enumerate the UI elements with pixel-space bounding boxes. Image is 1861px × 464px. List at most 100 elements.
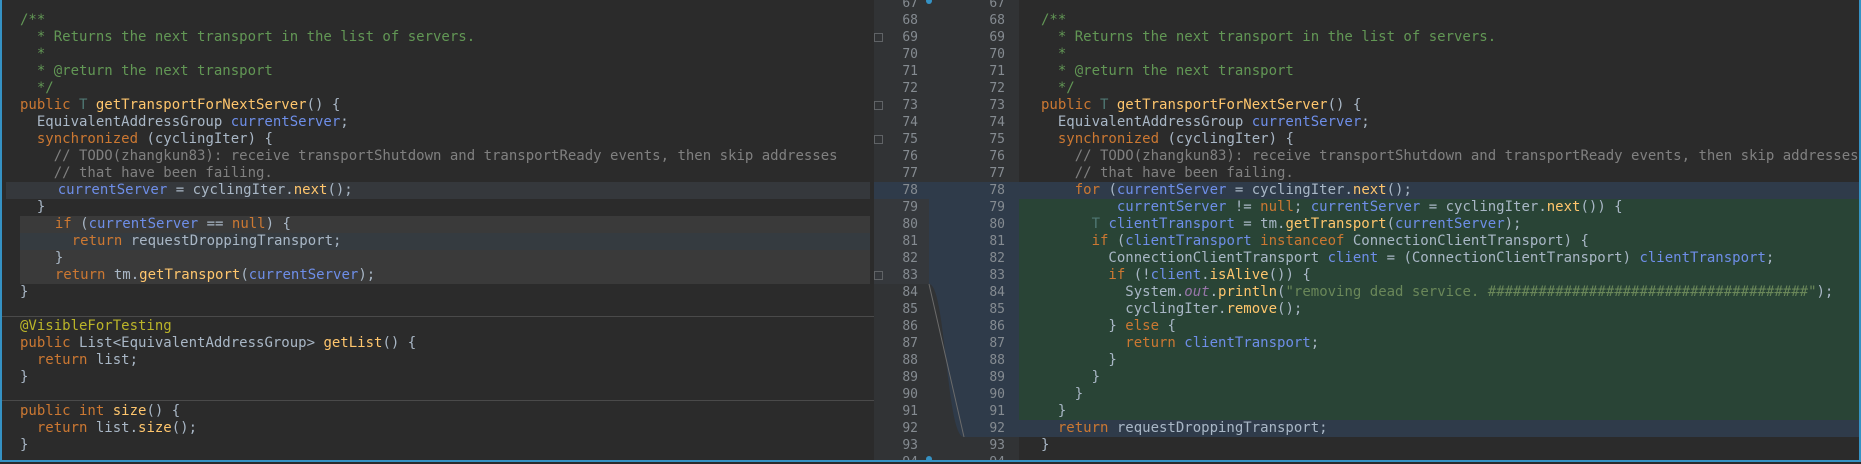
code-token: clientTransport [1184,335,1311,351]
diff-gutter: 67 68 69 70 71 72 73 74 75 76 77 78 79 80 81 82 83 84 85 86… [874,0,1019,460]
code-token: * Returns the next transport in the list… [20,29,476,45]
code-token: synchronized [20,131,147,147]
code-token: /** [1041,12,1067,28]
code-token: instanceof [1260,233,1353,249]
code-token: = tm. [1234,216,1286,232]
code-token: return [1041,335,1185,351]
connector-fill [929,182,964,437]
code-line: /** [2,12,874,29]
right-line-number: 94 [975,454,1005,460]
code-token: = (ConnectionClientTransport) [1378,250,1640,266]
code-token: */ [1041,80,1075,96]
code-token: { [1167,318,1176,334]
fold-toggle-icon[interactable] [874,135,883,144]
code-token: getTransportForNextServer [95,97,307,113]
left-editor-pane[interactable]: /** * Returns the next transport in the … [2,0,874,460]
code-text: synchronized (cyclingIter) { [20,131,273,148]
code-token: T [79,97,96,113]
code-text: } [1041,386,1083,403]
code-token: ); [358,267,376,283]
code-token: ; [1293,199,1311,215]
code-token: System. [1041,284,1185,300]
code-token: () { [146,403,181,419]
code-token: /** [20,12,46,28]
code-token: else [1125,318,1168,334]
code-token: next [1352,182,1387,198]
fold-toggle-icon[interactable] [874,33,883,42]
right-editor-pane[interactable]: /** * Returns the next transport in the … [1019,0,1859,460]
code-text: EquivalentAddressGroup currentServer; [20,114,349,131]
right-line-number: 91 [989,404,1005,419]
code-line: public T getTransportForNextServer() { [2,97,874,114]
left-line-number: 87 [902,336,918,351]
left-line-number: 92 [902,421,918,436]
right-line-number: 85 [989,302,1005,317]
code-text: return requestDroppingTransport; [38,233,342,250]
code-text: public List<EquivalentAddressGroup> getL… [20,335,416,352]
fold-toggle-icon[interactable] [874,101,883,110]
left-line-number: 72 [902,81,918,96]
code-token: getTransportForNextServer [1116,97,1328,113]
code-token: = cyclingIter. [167,182,294,198]
code-token: currentServer [248,267,359,283]
code-token: * [1041,46,1067,62]
code-text: System.out.println("removing dead servic… [1041,284,1833,301]
code-line: } [2,369,874,386]
code-line: synchronized (cyclingIter) { [1019,131,1859,148]
code-token: } [1041,403,1067,419]
left-line-number: 94 [888,454,918,460]
code-text: /** [20,12,45,29]
code-text: return tm.getTransport(currentServer); [38,267,375,284]
code-line: // that have been failing. [2,165,874,182]
left-line-number: 74 [902,115,918,130]
code-token: (); [171,420,198,436]
code-line: } [20,250,870,267]
code-line: * @return the next transport [2,63,874,80]
code-token: getList [323,335,383,351]
code-text: * [20,46,45,63]
left-line-number: 86 [902,319,918,334]
code-text: } [1041,403,1066,420]
code-text: public T getTransportForNextServer() { [1041,97,1361,114]
fold-toggle-icon[interactable] [874,271,883,280]
code-token: ( [1386,216,1396,232]
code-token: "removing dead service. ################… [1285,284,1817,300]
code-token: EquivalentAddressGroup [20,114,231,130]
code-token: } [20,199,46,215]
right-line-number: 69 [989,30,1005,45]
code-token: } [20,369,29,385]
right-line-number: 81 [989,234,1005,249]
code-token: != [1226,199,1261,215]
code-line: currentServer = cyclingIter.next(); [6,182,870,199]
left-line-number: 67 [902,0,918,11]
code-token: requestDroppingTransport; [1116,420,1328,436]
code-text: if (currentServer == null) { [38,216,291,233]
code-text: * @return the next transport [20,63,273,80]
code-line: } [1019,352,1859,369]
right-line-number: 73 [989,98,1005,113]
left-line-number: 81 [902,234,918,249]
code-token: isAlive [1209,267,1269,283]
code-token: public [1041,97,1101,113]
code-line: } [1019,437,1859,454]
code-token: null [1260,199,1294,215]
code-text: return list.size(); [20,420,197,437]
code-token: (); [327,182,353,198]
code-token: ()) { [1268,267,1311,283]
code-token: ; [340,114,349,130]
code-line: * @return the next transport [1019,63,1859,80]
code-token: } [1041,369,1101,385]
code-token: (cyclingIter) { [1167,131,1294,147]
code-line: if (clientTransport instanceof Connectio… [1019,233,1859,250]
code-token: if [1041,233,1117,249]
code-token: ()) { [1580,199,1623,215]
right-line-number: 82 [989,251,1005,266]
right-line-number: 77 [989,166,1005,181]
right-line-number: 92 [989,421,1005,436]
left-line-number: 89 [902,370,918,385]
left-line-number: 91 [902,404,918,419]
code-line: } [1019,403,1859,420]
code-line: System.out.println("removing dead servic… [1019,284,1859,301]
code-line: currentServer != null; currentServer = c… [1019,199,1859,216]
code-token: * Returns the next transport in the list… [1041,29,1497,45]
